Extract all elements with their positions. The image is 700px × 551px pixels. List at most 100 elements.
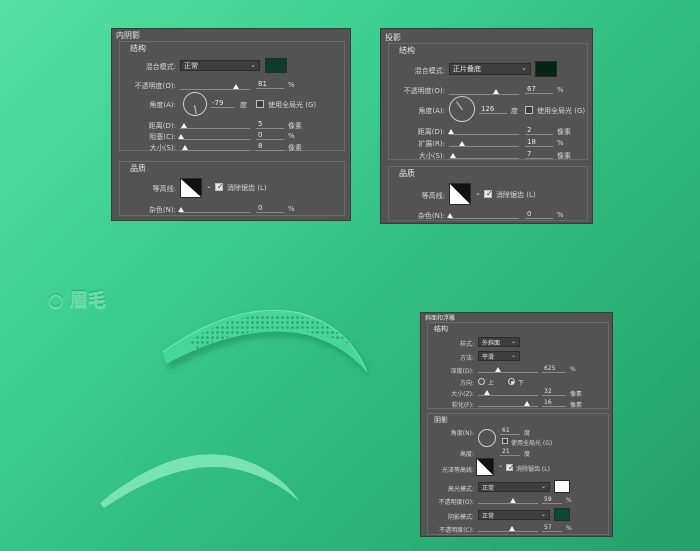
shadow-mode-value: 正常 [482, 513, 495, 520]
angle-dial[interactable] [449, 96, 475, 122]
noise-value[interactable]: 0 [525, 210, 553, 219]
size-slider-track[interactable] [478, 395, 538, 396]
global-light-checkbox[interactable] [256, 100, 264, 108]
style-value: 外斜面 [482, 340, 501, 347]
opacity-slider-track[interactable] [449, 94, 519, 95]
direction-up-radio[interactable] [478, 378, 485, 385]
spread-slider-track[interactable] [449, 146, 519, 147]
spread-value[interactable]: 18 [525, 138, 553, 147]
distance-unit: 像素 [557, 128, 571, 136]
shadow-color-swatch[interactable] [265, 58, 287, 73]
distance-slider-thumb[interactable] [181, 123, 187, 128]
highlight-opacity-slider-track[interactable] [478, 503, 538, 504]
depth-value[interactable]: 625 [542, 365, 566, 373]
direction-label: 方向: [459, 380, 474, 387]
noise-value[interactable]: 0 [256, 204, 284, 213]
shadow-color-swatch[interactable] [554, 508, 570, 521]
size-slider-track[interactable] [180, 150, 250, 151]
technique-label: 方法: [459, 355, 474, 362]
chevron-down-icon[interactable]: ⌄ [498, 462, 503, 469]
blend-mode-select[interactable]: 正片叠底 ⌄ [449, 63, 531, 75]
highlight-mode-select[interactable]: 正常 ⌄ [478, 482, 550, 492]
depth-unit: % [570, 366, 576, 373]
shadow-opacity-value[interactable]: 57 [542, 524, 562, 532]
size-slider-thumb[interactable] [450, 153, 456, 158]
angle-dial[interactable] [478, 429, 496, 447]
eyebrow-heading: ○ 眉毛 [48, 290, 106, 311]
noise-slider-track[interactable] [449, 218, 519, 219]
angle-label: 角度(A): [149, 101, 176, 109]
size-value[interactable]: 32 [542, 388, 566, 396]
panel-title: 斜面和浮雕 [425, 315, 456, 322]
highlight-opacity-slider-thumb[interactable] [510, 498, 516, 503]
angle-dial[interactable] [183, 92, 207, 116]
distance-slider-track[interactable] [180, 128, 250, 129]
technique-value: 平滑 [482, 354, 495, 361]
distance-value[interactable]: 5 [256, 120, 284, 129]
distance-label: 距离(D): [148, 122, 176, 130]
technique-select[interactable]: 平滑 ⌄ [478, 351, 520, 361]
antialias-checkbox[interactable] [215, 182, 224, 191]
blend-mode-select[interactable]: 正常 ⌄ [180, 60, 260, 71]
opacity-slider-thumb[interactable] [493, 89, 499, 94]
opacity-unit: % [288, 81, 295, 89]
opacity-value[interactable]: 67 [525, 85, 553, 94]
noise-label: 杂色(N): [417, 212, 445, 220]
global-light-checkbox[interactable] [525, 106, 533, 114]
angle-unit: 度 [240, 101, 247, 109]
highlight-color-swatch[interactable] [554, 480, 570, 493]
contour-picker[interactable] [449, 183, 471, 205]
shadow-opacity-slider-thumb[interactable] [509, 526, 515, 531]
spread-slider-thumb[interactable] [459, 141, 465, 146]
distance-slider-track[interactable] [449, 134, 519, 135]
inner-shadow-panel: 内阴影 结构 混合模式: 正常 ⌄ 不透明度(O): 81 % 角度(A): -7… [111, 28, 351, 221]
quality-title: 品质 [399, 169, 415, 178]
chevron-down-icon[interactable]: ⌄ [475, 189, 481, 197]
soften-slider-track[interactable] [478, 406, 538, 407]
soften-value[interactable]: 16 [542, 399, 566, 407]
angle-value[interactable]: 126 [479, 105, 507, 114]
size-value[interactable]: 7 [525, 150, 553, 159]
opacity-value[interactable]: 81 [256, 80, 284, 89]
size-unit: 像素 [288, 144, 302, 152]
choke-slider-thumb[interactable] [178, 134, 184, 139]
style-select[interactable]: 外斜面 ⌄ [478, 337, 520, 347]
noise-slider-thumb[interactable] [178, 207, 184, 212]
size-slider-thumb[interactable] [484, 390, 490, 395]
chevron-down-icon: ⌄ [250, 61, 256, 69]
opacity-slider-thumb[interactable] [233, 84, 239, 89]
chevron-down-icon: ⌄ [540, 483, 546, 490]
gloss-contour-picker[interactable] [476, 458, 494, 476]
size-slider-track[interactable] [449, 158, 519, 159]
noise-slider-track[interactable] [180, 212, 250, 213]
size-value[interactable]: 8 [256, 142, 284, 151]
distance-value[interactable]: 2 [525, 126, 553, 135]
global-light-checkbox[interactable] [502, 438, 508, 444]
chevron-down-icon[interactable]: ⌄ [206, 182, 212, 190]
choke-slider-track[interactable] [180, 139, 250, 140]
chevron-down-icon: ⌄ [540, 511, 546, 518]
shadow-color-swatch[interactable] [535, 61, 557, 77]
choke-value[interactable]: 0 [256, 131, 284, 140]
angle-value[interactable]: -79 [210, 99, 234, 108]
noise-slider-thumb[interactable] [447, 213, 453, 218]
angle-value[interactable]: 61 [500, 427, 520, 435]
antialias-checkbox[interactable] [484, 189, 493, 198]
highlight-opacity-unit: % [566, 497, 572, 504]
soften-slider-thumb[interactable] [524, 401, 530, 406]
depth-slider-track[interactable] [478, 372, 538, 373]
highlight-opacity-value[interactable]: 59 [542, 496, 562, 504]
panel-title: 投影 [385, 33, 401, 42]
altitude-value[interactable]: 21 [500, 448, 520, 456]
antialias-checkbox[interactable] [506, 463, 515, 472]
opacity-slider-track[interactable] [180, 89, 250, 90]
distance-slider-thumb[interactable] [448, 129, 454, 134]
size-slider-thumb[interactable] [182, 145, 188, 150]
shadow-opacity-slider-track[interactable] [478, 531, 538, 532]
contour-picker[interactable] [180, 178, 202, 198]
depth-label: 深度(D): [450, 368, 474, 375]
bevel-emboss-panel: 斜面和浮雕 结构 样式: 外斜面 ⌄ 方法: 平滑 ⌄ 深度(D): 625 % 方… [420, 312, 613, 537]
shadow-mode-select[interactable]: 正常 ⌄ [478, 510, 550, 520]
depth-slider-thumb[interactable] [495, 367, 501, 372]
direction-down-radio[interactable] [508, 378, 515, 385]
